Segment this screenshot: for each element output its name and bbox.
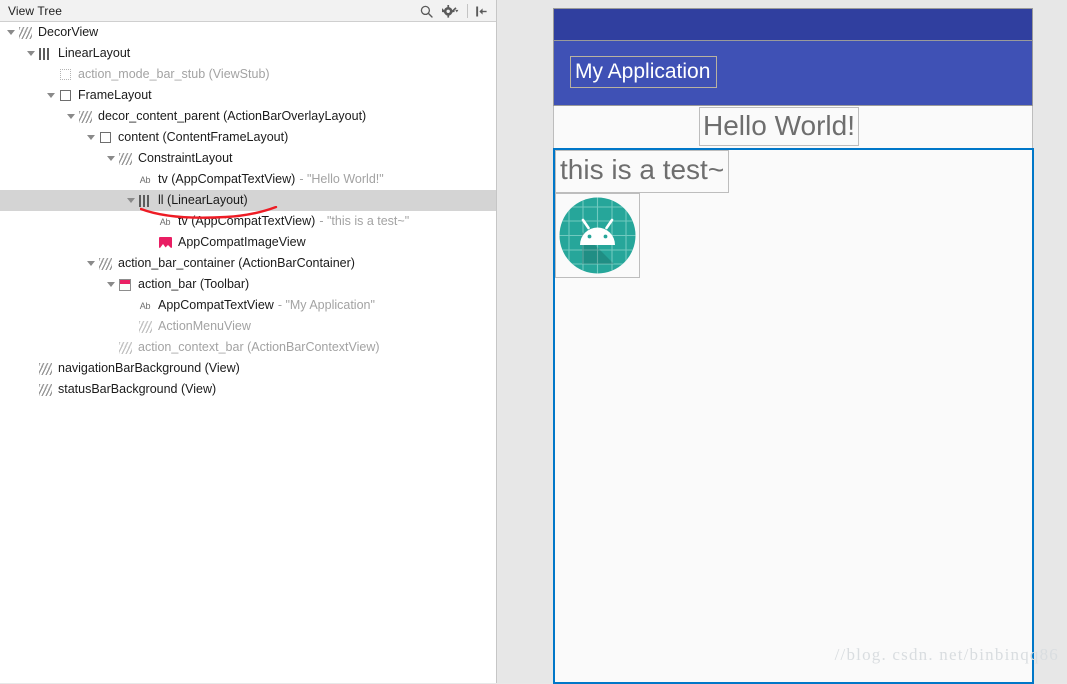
tree-row[interactable]: action_mode_bar_stub (ViewStub) <box>0 64 496 85</box>
framelayout-icon <box>57 88 73 104</box>
tree-row-label: action_bar (Toolbar) <box>138 277 250 291</box>
tree-row[interactable]: AppCompatImageView <box>0 232 496 253</box>
viewgroup-icon <box>117 151 133 167</box>
panel-toolbar <box>416 0 492 22</box>
tree-row[interactable]: action_context_bar (ActionBarContextView… <box>0 337 496 358</box>
tree-row-label: tv (AppCompatTextView) <box>158 172 296 186</box>
tree-row[interactable]: statusBarBackground (View) <box>0 379 496 400</box>
chevron-down-icon[interactable] <box>124 190 137 211</box>
tree-row-label: AppCompatImageView <box>178 235 306 249</box>
tree-row-label: ConstraintLayout <box>138 151 233 165</box>
settings-gear-icon[interactable] <box>440 1 461 21</box>
tree-row[interactable]: action_bar_container (ActionBarContainer… <box>0 253 496 274</box>
textview-icon: Ab <box>139 300 151 311</box>
tree-row[interactable]: decor_content_parent (ActionBarOverlayLa… <box>0 106 496 127</box>
tree-row[interactable]: content (ContentFrameLayout) <box>0 127 496 148</box>
chevron-down-icon[interactable] <box>24 43 37 64</box>
toolbar-icon <box>117 277 133 293</box>
chevron-down-icon[interactable] <box>84 253 97 274</box>
chevron-down-icon[interactable] <box>104 148 117 169</box>
panel-title: View Tree <box>8 3 63 18</box>
viewgroup-icon <box>137 319 153 335</box>
textview-icon: Ab <box>139 174 151 185</box>
hello-world-textview: Hello World! <box>699 107 859 146</box>
tree-row-label: statusBarBackground (View) <box>58 382 217 396</box>
tree-row-label: tv (AppCompatTextView) <box>178 214 316 228</box>
viewgroup-icon <box>17 25 33 41</box>
linearlayout-icon <box>137 193 153 209</box>
test-textview: this is a test~ <box>555 150 730 193</box>
viewgroup-icon <box>77 109 93 125</box>
chevron-down-icon[interactable] <box>4 22 17 43</box>
tree-row-label: content (ContentFrameLayout) <box>118 130 289 144</box>
tree-row-label: navigationBarBackground (View) <box>58 361 240 375</box>
chevron-down-icon[interactable] <box>84 127 97 148</box>
device-preview-area: My Application Hello World! this is a te… <box>498 0 1067 684</box>
imageview-icon <box>157 235 173 251</box>
viewgroup-icon <box>37 382 53 398</box>
watermark-text: //blog. csdn. net/binbinqq86 <box>834 645 1059 664</box>
app-compat-image-view <box>555 193 640 278</box>
tree-row-label: FrameLayout <box>78 88 152 102</box>
panel-header: View Tree <box>0 0 496 22</box>
view-tree-panel: View Tree DecorView LinearLayout action_… <box>0 0 497 683</box>
app-toolbar: My Application <box>553 40 1033 106</box>
search-icon[interactable] <box>416 1 437 21</box>
tree-row[interactable]: action_bar (Toolbar) <box>0 274 496 295</box>
tree-row[interactable]: Ab tv (AppCompatTextView) - "Hello World!" <box>0 169 496 190</box>
toolbar-title: My Application <box>570 56 718 88</box>
content-frame-layout: Hello World! this is a test~ <box>553 106 1034 684</box>
viewgroup-icon <box>37 361 53 377</box>
tree-row[interactable]: Ab tv (AppCompatTextView) - "this is a tes… <box>0 211 496 232</box>
tree-row-value: - "My Application" <box>277 298 375 312</box>
tree-row-label: action_mode_bar_stub (ViewStub) <box>78 67 270 81</box>
device-frame: My Application Hello World! this is a te… <box>553 8 1034 684</box>
tree-row-label: LinearLayout <box>58 46 131 60</box>
viewgroup-icon <box>97 256 113 272</box>
tree-row[interactable]: ActionMenuView <box>0 316 496 337</box>
framelayout-icon <box>97 130 113 146</box>
tree-row[interactable]: Ab AppCompatTextView - "My Application" <box>0 295 496 316</box>
tree-row-label: action_bar_container (ActionBarContainer… <box>118 256 355 270</box>
tree-row-label: ll (LinearLayout) <box>158 193 248 207</box>
tree-row[interactable]: FrameLayout <box>0 85 496 106</box>
tree-row[interactable]: ll (LinearLayout) <box>0 190 496 211</box>
tree-row[interactable]: ConstraintLayout <box>0 148 496 169</box>
chevron-down-icon[interactable] <box>104 274 117 295</box>
android-launcher-icon <box>559 197 636 274</box>
viewgroup-icon <box>117 340 133 356</box>
tree-row-label: AppCompatTextView <box>158 298 274 312</box>
tree-row[interactable]: DecorView <box>0 22 496 43</box>
tree-row-label: DecorView <box>38 25 99 39</box>
viewstub-icon <box>57 67 73 83</box>
chevron-down-icon[interactable] <box>64 106 77 127</box>
tree-row[interactable]: LinearLayout <box>0 43 496 64</box>
tree-row[interactable]: navigationBarBackground (View) <box>0 358 496 379</box>
toolbar-divider <box>467 4 468 18</box>
status-bar <box>553 8 1033 40</box>
tree-row-label: decor_content_parent (ActionBarOverlayLa… <box>98 109 367 123</box>
tree-row-value: - "Hello World!" <box>299 172 384 186</box>
chevron-down-icon[interactable] <box>44 85 57 106</box>
collapse-panel-icon[interactable] <box>471 1 492 21</box>
tree-row-label: action_context_bar (ActionBarContextView… <box>138 340 380 354</box>
tree-row-label: ActionMenuView <box>158 319 251 333</box>
textview-icon: Ab <box>159 216 171 227</box>
linearlayout-icon <box>37 46 53 62</box>
tree-row-value: - "this is a test~" <box>319 214 410 228</box>
view-tree-list[interactable]: DecorView LinearLayout action_mode_bar_stu… <box>0 22 496 683</box>
linear-layout-selection[interactable]: this is a test~ <box>553 148 1034 684</box>
